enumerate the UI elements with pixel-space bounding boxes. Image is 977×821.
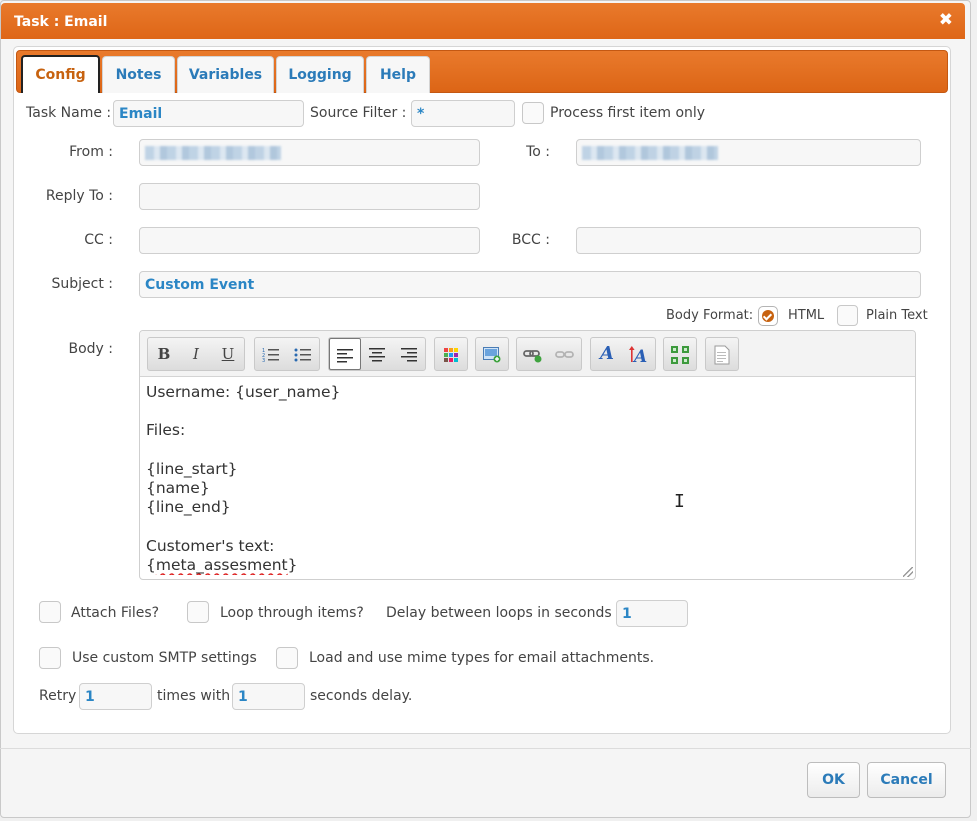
dialog-titlebar: Task : Email ✖ xyxy=(1,3,965,39)
fullscreen-icon[interactable] xyxy=(664,338,696,370)
text-style-group: B I U xyxy=(147,337,245,371)
editor-content[interactable]: Username: {user_name} Files: {line_start… xyxy=(146,383,906,575)
list-group: 123 xyxy=(254,337,320,371)
process-first-label: Process first item only xyxy=(550,105,706,121)
tab-logging[interactable]: Logging xyxy=(276,56,364,93)
to-input[interactable] xyxy=(576,139,921,166)
editor-toolbar: B I U 123 A A xyxy=(140,331,915,377)
custom-smtp-label: Use custom SMTP settings xyxy=(72,650,257,666)
body-label: Body : xyxy=(68,341,113,357)
body-format-label: Body Format: xyxy=(666,308,754,323)
footer-divider xyxy=(0,748,971,749)
seconds-delay-label: seconds delay. xyxy=(310,688,413,704)
font-style-icon[interactable]: A xyxy=(591,338,623,370)
editor-line: {name} xyxy=(146,478,210,497)
editor-line-last-prefix: { xyxy=(146,555,156,574)
task-name-label: Task Name : xyxy=(26,105,112,121)
body-format-html-radio[interactable] xyxy=(758,306,778,326)
bold-icon[interactable]: B xyxy=(148,338,180,370)
cc-label: CC : xyxy=(84,232,113,248)
editor-line: {line_start} xyxy=(146,459,238,478)
font-group: A A xyxy=(590,337,656,371)
reply-to-input[interactable] xyxy=(139,183,480,210)
loop-items-checkbox[interactable] xyxy=(187,601,209,623)
to-label: To : xyxy=(526,144,550,160)
mime-types-label: Load and use mime types for email attach… xyxy=(309,650,655,666)
bcc-label: BCC : xyxy=(511,232,550,248)
bullet-list-icon[interactable] xyxy=(287,338,319,370)
source-filter-input[interactable]: * xyxy=(411,100,515,127)
body-editor: B I U 123 A A Username: {user_name} File… xyxy=(139,330,916,580)
custom-smtp-checkbox[interactable] xyxy=(39,647,61,669)
resize-handle[interactable] xyxy=(903,567,913,577)
editor-line: Files: xyxy=(146,421,186,440)
align-group xyxy=(328,337,426,371)
image-group xyxy=(475,337,509,371)
tab-variables[interactable]: Variables xyxy=(177,56,274,93)
times-with-label: times with xyxy=(157,688,231,704)
numbered-list-icon[interactable]: 123 xyxy=(255,338,287,370)
close-icon[interactable]: ✖ xyxy=(939,12,953,29)
retry-label: Retry xyxy=(39,688,77,704)
body-format-plain-radio[interactable] xyxy=(837,305,858,326)
ok-button[interactable]: OK xyxy=(807,762,860,798)
remove-link-icon[interactable] xyxy=(549,338,581,370)
align-right-icon[interactable] xyxy=(393,338,425,370)
subject-label: Subject : xyxy=(51,276,113,292)
align-left-icon[interactable] xyxy=(329,338,361,370)
insert-link-icon[interactable] xyxy=(517,338,549,370)
source-filter-label: Source Filter : xyxy=(310,105,407,121)
seconds-input[interactable]: 1 xyxy=(232,683,305,710)
dialog-title: Task : Email xyxy=(14,14,108,30)
mime-types-checkbox[interactable] xyxy=(276,647,298,669)
delay-label: Delay between loops in seconds : xyxy=(386,605,621,621)
editor-line-last-suffix: } xyxy=(287,555,298,574)
color-group xyxy=(434,337,468,371)
font-size-icon[interactable]: A xyxy=(623,338,655,370)
source-group xyxy=(705,337,739,371)
body-format-plain-label: Plain Text xyxy=(866,308,928,323)
misspelled-word: meta_assesment xyxy=(155,555,288,574)
loop-items-label: Loop through items? xyxy=(220,605,364,621)
redacted-to-value xyxy=(582,146,718,160)
tab-config[interactable]: Config xyxy=(21,55,100,93)
editor-line: Customer's text: xyxy=(146,536,275,555)
from-input[interactable] xyxy=(139,139,480,166)
text-cursor-icon: I xyxy=(674,491,685,512)
attach-files-checkbox[interactable] xyxy=(39,601,61,623)
italic-icon[interactable]: I xyxy=(180,338,212,370)
source-view-icon[interactable] xyxy=(706,338,738,370)
tab-help[interactable]: Help xyxy=(366,56,430,93)
delay-input[interactable]: 1 xyxy=(616,600,688,627)
process-first-checkbox[interactable] xyxy=(522,102,544,124)
link-group xyxy=(516,337,582,371)
subject-input[interactable]: Custom Event xyxy=(139,271,921,298)
cc-input[interactable] xyxy=(139,227,480,254)
editor-line: {line_end} xyxy=(146,498,231,517)
editor-line: Username: {user_name} xyxy=(146,383,341,401)
cancel-button[interactable]: Cancel xyxy=(867,762,946,798)
svg-text:3: 3 xyxy=(262,358,265,363)
body-format-html-label: HTML xyxy=(788,308,825,323)
color-palette-icon[interactable] xyxy=(435,338,467,370)
underline-icon[interactable]: U xyxy=(212,338,244,370)
retry-input[interactable]: 1 xyxy=(79,683,152,710)
fullscreen-group xyxy=(663,337,697,371)
bcc-input[interactable] xyxy=(576,227,921,254)
tab-notes[interactable]: Notes xyxy=(102,56,175,93)
redacted-from-value xyxy=(145,146,281,160)
reply-to-label: Reply To : xyxy=(45,188,113,204)
attach-files-label: Attach Files? xyxy=(71,605,160,621)
align-center-icon[interactable] xyxy=(361,338,393,370)
from-label: From : xyxy=(69,144,113,160)
insert-image-icon[interactable] xyxy=(476,338,508,370)
editor-line-last: {meta_assesment} xyxy=(146,556,906,575)
task-name-input[interactable]: Email xyxy=(113,100,304,127)
